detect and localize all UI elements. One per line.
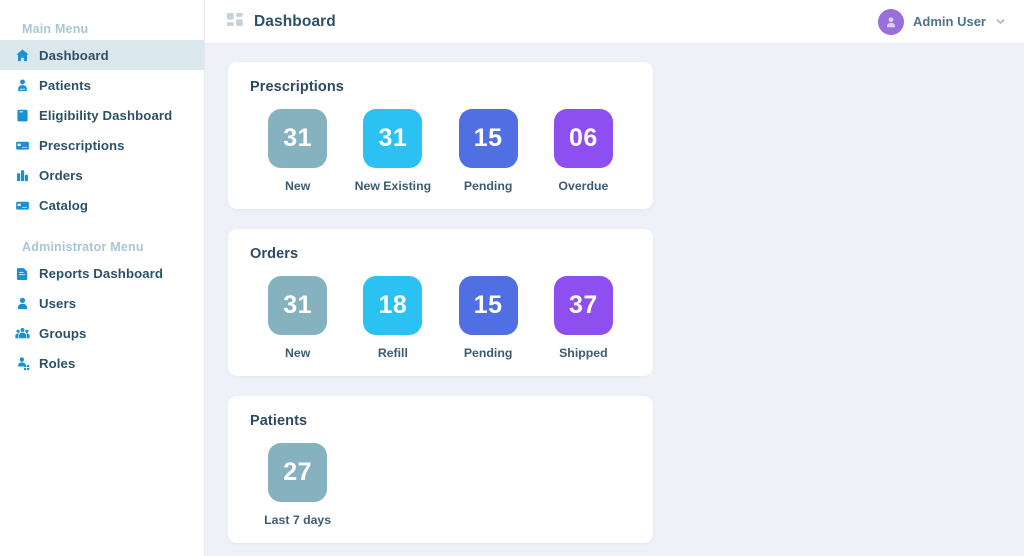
bar-chart-icon (14, 167, 30, 183)
stat-tile-value[interactable]: 18 (363, 276, 422, 335)
sidebar-item-roles[interactable]: Roles (0, 348, 204, 378)
grid-icon (227, 13, 244, 30)
sidebar-item-groups[interactable]: Groups (0, 318, 204, 348)
stat-tile-row: 31 New 31 New Existing 15 Pending 06 Overdue (250, 109, 631, 193)
stat-tile-label: Shipped (559, 346, 608, 360)
stat-tile-group: 27 Last 7 days (250, 443, 345, 527)
stat-tile-value[interactable]: 06 (554, 109, 613, 168)
sidebar-section-title: Administrator Menu (0, 236, 204, 258)
stat-tile-label: New (285, 179, 310, 193)
stat-tile-label: New Existing (355, 179, 432, 193)
top-bar: Dashboard Admin User (205, 0, 1024, 44)
stat-tile-group: 06 Overdue (536, 109, 631, 193)
sidebar-item-label: Orders (39, 168, 83, 183)
stat-tile-group: 15 Pending (441, 276, 536, 360)
stat-tile-label: Refill (378, 346, 408, 360)
sidebar-item-prescriptions[interactable]: Prescriptions (0, 130, 204, 160)
sidebar: Main Menu Dashboard Patients Eligibility Da… (0, 0, 205, 556)
user-badge-icon (14, 77, 30, 93)
sidebar-item-patients[interactable]: Patients (0, 70, 204, 100)
page-title: Dashboard (254, 13, 336, 31)
main-area: Dashboard Admin User Prescriptions31New3… (205, 0, 1024, 556)
stat-tile-value[interactable]: 37 (554, 276, 613, 335)
stat-tile-label: Last 7 days (264, 513, 331, 527)
sidebar-item-label: Catalog (39, 198, 88, 213)
page-header: Dashboard (227, 13, 336, 31)
stat-tile-group: 31 New (250, 109, 345, 193)
card-icon (14, 197, 30, 213)
sidebar-item-catalog[interactable]: Catalog (0, 190, 204, 220)
stat-tile-group: 31 New Existing (345, 109, 440, 193)
card-title: Patients (250, 413, 631, 429)
sidebar-item-label: Groups (39, 326, 87, 341)
sidebar-item-label: Patients (39, 78, 91, 93)
stat-tile-value[interactable]: 31 (268, 109, 327, 168)
stat-tile-value[interactable]: 15 (459, 109, 518, 168)
user-grid-icon (14, 355, 30, 371)
clipboard-icon (14, 107, 30, 123)
sidebar-item-users[interactable]: Users (0, 288, 204, 318)
stat-card: Patients 27 Last 7 days (228, 396, 653, 543)
stat-tile-label: Pending (464, 179, 513, 193)
stat-card: Orders 31 New 18 Refill 15 Pending 37 Shipped (228, 229, 653, 376)
document-icon (14, 265, 30, 281)
stat-tile-row: 27 Last 7 days (250, 443, 631, 527)
sidebar-item-label: Users (39, 296, 76, 311)
sidebar-item-orders[interactable]: Orders (0, 160, 204, 190)
stat-card: Prescriptions 31 New 31 New Existing 15 Pendin… (228, 62, 653, 209)
stat-tile-group: 18 Refill (345, 276, 440, 360)
stat-tile-group: 31 New (250, 276, 345, 360)
card-title: Orders (250, 246, 631, 262)
app-root: Main Menu Dashboard Patients Eligibility Da… (0, 0, 1024, 556)
sidebar-item-label: Reports Dashboard (39, 266, 163, 281)
sidebar-item-dashboard[interactable]: Dashboard (0, 40, 204, 70)
stat-tile-value[interactable]: 31 (268, 276, 327, 335)
sidebar-item-eligibility-dashboard[interactable]: Eligibility Dashboard (0, 100, 204, 130)
stat-tile-value[interactable]: 31 (363, 109, 422, 168)
dashboard-content: Prescriptions 31 New 31 New Existing 15 Pendin… (205, 44, 1024, 556)
card-title: Prescriptions (250, 79, 631, 95)
chevron-down-icon[interactable] (995, 16, 1006, 27)
stat-tile-group: 37 Shipped (536, 276, 631, 360)
user-menu[interactable]: Admin User (878, 9, 1006, 35)
sidebar-item-label: Eligibility Dashboard (39, 108, 172, 123)
stat-tile-label: Overdue (558, 179, 608, 193)
home-icon (14, 47, 30, 63)
stat-tile-value[interactable]: 15 (459, 276, 518, 335)
stat-tile-label: New (285, 346, 310, 360)
sidebar-item-reports-dashboard[interactable]: Reports Dashboard (0, 258, 204, 288)
sidebar-item-label: Dashboard (39, 48, 109, 63)
stat-tile-group: 15 Pending (441, 109, 536, 193)
stat-tile-value[interactable]: 27 (268, 443, 327, 502)
stat-tile-label: Pending (464, 346, 513, 360)
stat-tile-row: 31 New 18 Refill 15 Pending 37 Shipped (250, 276, 631, 360)
user-icon (14, 295, 30, 311)
user-name: Admin User (913, 14, 986, 29)
avatar (878, 9, 904, 35)
card-icon (14, 137, 30, 153)
users-group-icon (14, 325, 30, 341)
sidebar-item-label: Roles (39, 356, 75, 371)
sidebar-section-title: Main Menu (0, 18, 204, 40)
sidebar-item-label: Prescriptions (39, 138, 125, 153)
